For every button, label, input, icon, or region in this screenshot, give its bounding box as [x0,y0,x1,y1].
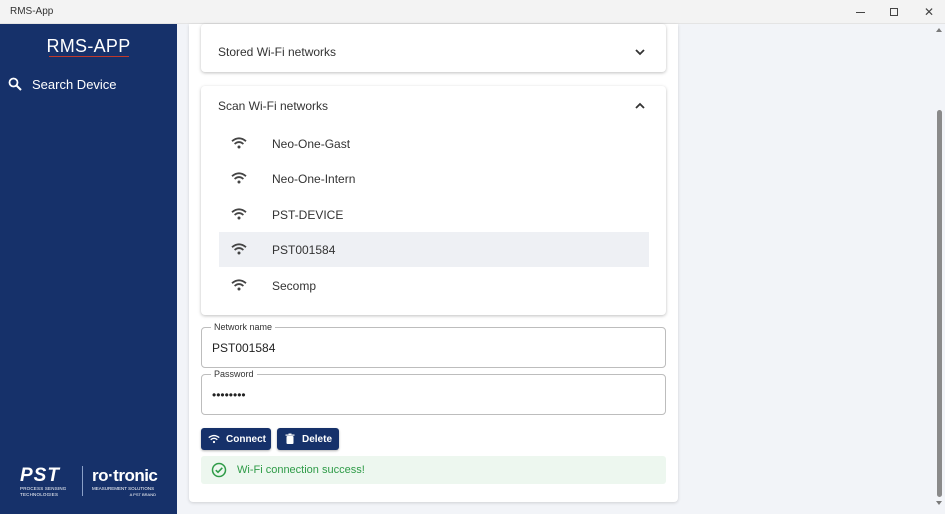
wifi-icon [231,243,247,255]
pst-logo: PST PROCESS SENSING TECHNOLOGIES [20,465,67,498]
maximize-icon [890,8,898,16]
network-item[interactable]: Neo-One-Gast [219,126,649,161]
scroll-down-arrow-icon[interactable] [935,499,943,507]
network-name: Neo-One-Intern [272,171,356,186]
stored-networks-header[interactable]: Stored Wi-Fi networks [201,32,666,72]
success-alert: Wi-Fi connection success! [201,456,666,484]
minimize-button[interactable] [842,0,878,24]
scan-networks-panel: Scan Wi-Fi networks Neo-One-Gast Neo-One… [201,86,666,315]
close-icon: ✕ [923,5,935,19]
rotronic-logo: ro·tronic MEASUREMENT SOLUTIONS A PST BR… [92,466,158,497]
main-content: Stored Wi-Fi networks Scan Wi-Fi network… [177,24,945,514]
connect-label: Connect [226,433,266,445]
search-icon [8,77,22,91]
password-field[interactable]: Password •••••••• [201,369,666,415]
network-name-value: PST001584 [212,341,276,355]
window-titlebar: RMS-App ✕ [0,0,945,24]
stored-networks-panel: Stored Wi-Fi networks [201,24,666,72]
network-name: Secomp [272,278,317,293]
network-item-selected[interactable]: PST001584 [219,232,649,267]
network-item[interactable]: PST-DEVICE [219,197,649,232]
window-title: RMS-App [10,6,54,17]
sidebar-item-label: Search Device [32,76,117,92]
delete-label: Delete [302,433,333,445]
chevron-up-icon [635,102,645,109]
wifi-icon [231,137,247,149]
app-brand: RMS-APP [46,36,131,56]
scan-networks-title: Scan Wi-Fi networks [218,99,329,113]
trash-icon [285,433,295,444]
network-name: Neo-One-Gast [272,136,351,151]
password-label: Password [211,369,257,379]
stored-networks-title: Stored Wi-Fi networks [218,45,337,59]
password-value: •••••••• [212,388,246,402]
wifi-icon [208,434,220,444]
chevron-down-icon [635,49,645,56]
network-name: PST-DEVICE [272,207,344,222]
sidebar: RMS-APP Search Device PST PROCESS SENSIN… [0,24,177,514]
maximize-button[interactable] [876,0,912,24]
wifi-icon [231,279,247,291]
delete-button[interactable]: Delete [277,428,339,450]
brand-underline [49,56,129,57]
footer-logos: PST PROCESS SENSING TECHNOLOGIES ro·tron… [20,466,160,500]
scan-networks-header[interactable]: Scan Wi-Fi networks [201,86,666,126]
sidebar-item-search-device[interactable]: Search Device [0,72,177,96]
network-name-field[interactable]: Network name PST001584 [201,322,666,368]
wifi-icon [231,172,247,184]
close-button[interactable]: ✕ [911,0,945,24]
wifi-icon [231,208,247,220]
scroll-up-arrow-icon[interactable] [935,26,943,34]
connect-button[interactable]: Connect [201,428,271,450]
status-message: Wi-Fi connection success! [237,464,365,476]
check-circle-icon [211,462,227,478]
network-item[interactable]: Secomp [219,268,649,303]
network-item[interactable]: Neo-One-Intern [219,161,649,196]
logo-divider [82,466,83,496]
scrollbar-thumb[interactable] [937,110,942,497]
network-name-label: Network name [211,322,276,332]
network-name: PST001584 [272,242,336,257]
minimize-icon [855,11,865,13]
